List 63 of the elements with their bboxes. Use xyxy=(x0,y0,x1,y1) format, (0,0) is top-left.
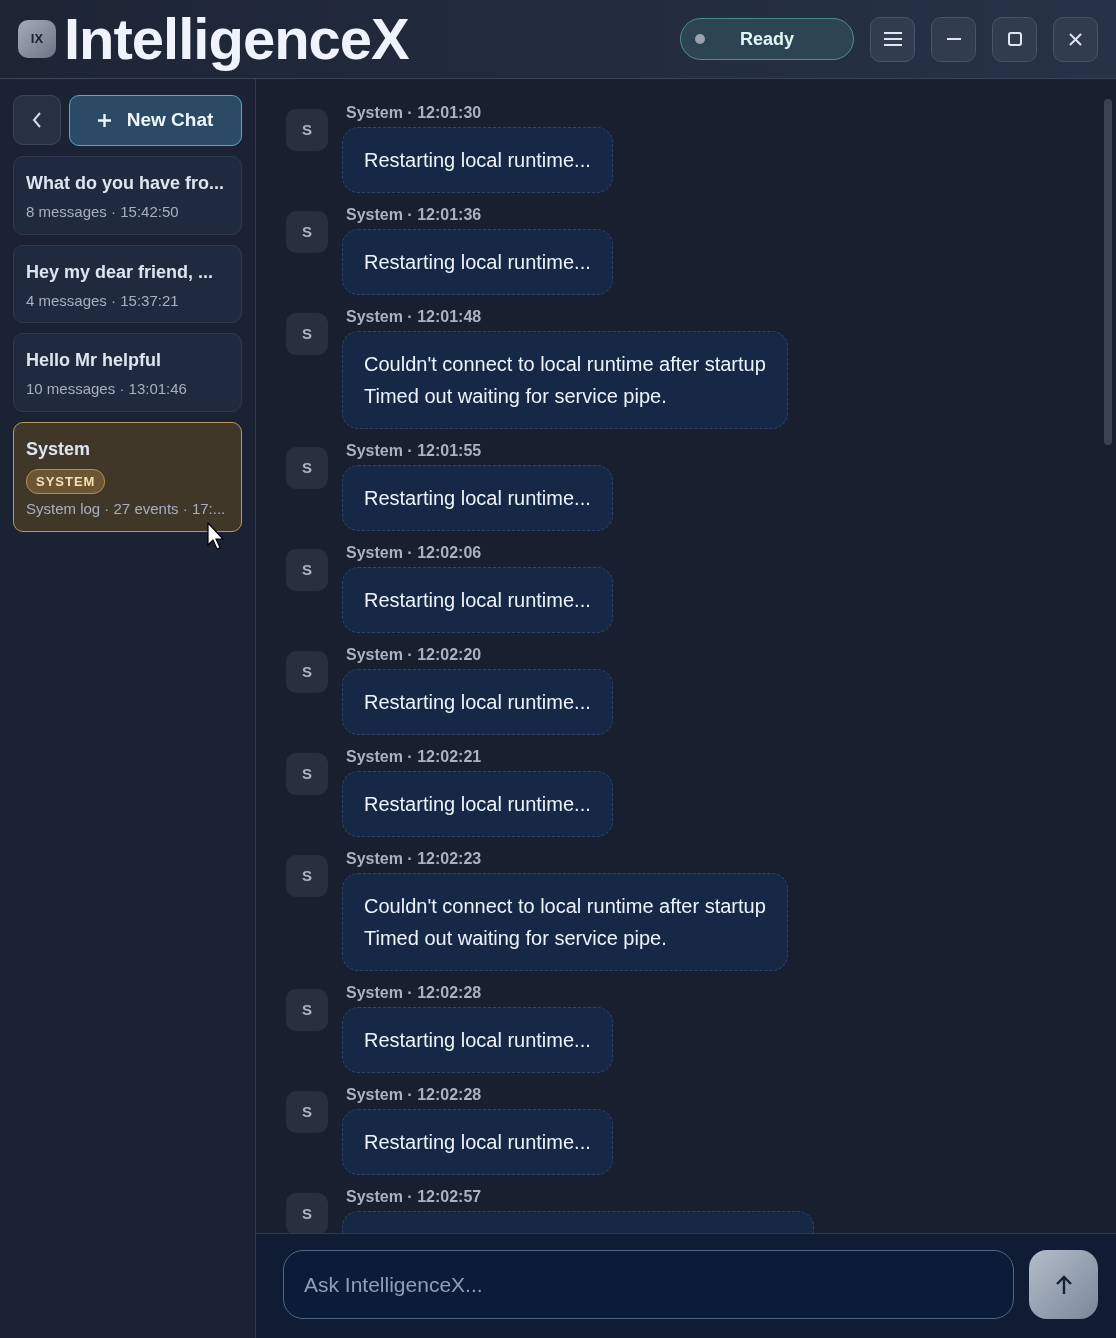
chat-title: Hey my dear friend, ... xyxy=(26,260,215,284)
avatar: S xyxy=(286,1091,328,1133)
chat-list-item[interactable]: What do you have fro... 8 messages · 15:42:50 xyxy=(13,156,242,235)
chat-badge: SYSTEM xyxy=(26,468,106,494)
avatar: S xyxy=(286,1193,328,1234)
message-header: System · 12:01:48 xyxy=(346,307,483,327)
message-header: System · 12:01:36 xyxy=(346,205,483,225)
chat-list-item[interactable]: Hello Mr helpful 10 messages · 13:01:46 xyxy=(13,333,242,412)
chat-title: Hello Mr helpful xyxy=(26,349,162,372)
status-dot-icon xyxy=(695,34,705,44)
plus-icon xyxy=(97,114,111,127)
avatar: S xyxy=(286,211,328,253)
message-header: System · 12:02:28 xyxy=(346,983,483,1003)
new-chat-button[interactable]: New Chat xyxy=(69,95,242,146)
chat-meta: System log · 27 events · 17:... xyxy=(26,499,227,519)
message-bubble: Couldn't connect to local runtime after startup Timed out waiting for service pipe. xyxy=(342,331,788,429)
send-button[interactable] xyxy=(1029,1250,1098,1320)
message-header: System · 12:02:57 xyxy=(346,1187,483,1207)
avatar: S xyxy=(286,447,328,489)
avatar: S xyxy=(286,313,328,355)
message-header: System · 12:02:20 xyxy=(346,645,483,665)
message-header: System · 12:02:28 xyxy=(346,1085,483,1105)
message-bubble: Restarting local runtime... xyxy=(342,1007,613,1073)
avatar: S xyxy=(286,549,328,591)
chat-meta: 4 messages · 15:37:21 xyxy=(26,290,180,311)
message-bubble: Restarting local runtime... xyxy=(342,771,613,837)
message-input[interactable]: Ask IntelligenceX... xyxy=(283,1250,1014,1320)
app-logo: IX xyxy=(18,20,56,58)
message-header: System · 12:01:30 xyxy=(346,103,483,123)
maximize-button[interactable] xyxy=(992,16,1037,62)
menu-button[interactable] xyxy=(870,16,915,62)
chevron-left-icon xyxy=(32,112,42,128)
chat-title: System xyxy=(26,437,92,461)
message-bubble: Restarting local runtime... xyxy=(342,229,613,295)
message-header: System · 12:01:55 xyxy=(346,441,483,461)
message-header: System · 12:02:21 xyxy=(346,747,483,767)
avatar: S xyxy=(286,109,328,151)
message-header: System · 12:02:06 xyxy=(346,543,483,563)
avatar: S xyxy=(286,855,328,897)
message-bubble: Restarting local runtime... xyxy=(342,567,613,633)
chat-meta: 10 messages · 13:01:46 xyxy=(26,379,188,399)
message-bubble: Restarting local runtime... xyxy=(342,127,613,193)
cursor-icon xyxy=(207,522,225,550)
chat-meta: 8 messages · 15:42:50 xyxy=(26,202,180,222)
message-bubble: Couldn't connect to local runtime after startup Timed out waiting for service pipe. xyxy=(342,873,788,971)
avatar: S xyxy=(286,651,328,693)
message-bubble: Restarting local runtime... xyxy=(342,465,613,531)
scrollbar-thumb[interactable] xyxy=(1104,99,1112,445)
message-bubble: Restarting local runtime... xyxy=(342,669,613,735)
arrow-up-icon xyxy=(1054,1274,1073,1295)
chat-list-item[interactable]: Hey my dear friend, ... 4 messages · 15:37:21 xyxy=(13,244,242,323)
minimize-icon xyxy=(946,38,961,40)
avatar: S xyxy=(286,989,328,1031)
message-header: System · 12:02:23 xyxy=(346,849,483,869)
menu-icon xyxy=(882,31,903,47)
close-button[interactable] xyxy=(1053,16,1098,62)
close-icon xyxy=(1069,32,1082,46)
message-bubble: Restarting local runtime... xyxy=(342,1109,613,1175)
avatar: S xyxy=(286,753,328,795)
chat-title: What do you have fro... xyxy=(26,172,225,195)
chat-list-item[interactable]: System SYSTEM System log · 27 events · 17:... xyxy=(13,421,242,532)
status-pill: Ready xyxy=(680,18,854,60)
maximize-icon xyxy=(1007,32,1022,46)
